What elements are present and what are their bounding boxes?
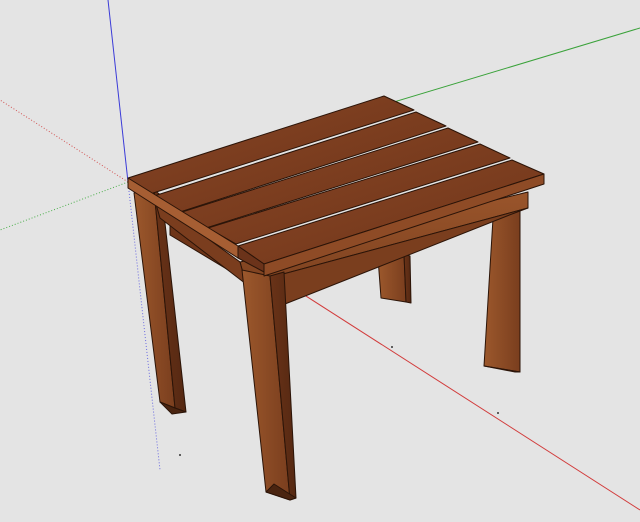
stray-points [179, 346, 499, 456]
model-canvas[interactable] [0, 0, 640, 522]
green-axis-dotted [0, 181, 129, 231]
red-axis-dotted [0, 99, 129, 183]
bench-model[interactable] [127, 95, 545, 501]
blue-axis [107, 0, 129, 183]
tabletop[interactable] [127, 95, 545, 277]
leg-front-right[interactable] [241, 269, 297, 501]
sketchup-viewport[interactable] [0, 0, 640, 522]
